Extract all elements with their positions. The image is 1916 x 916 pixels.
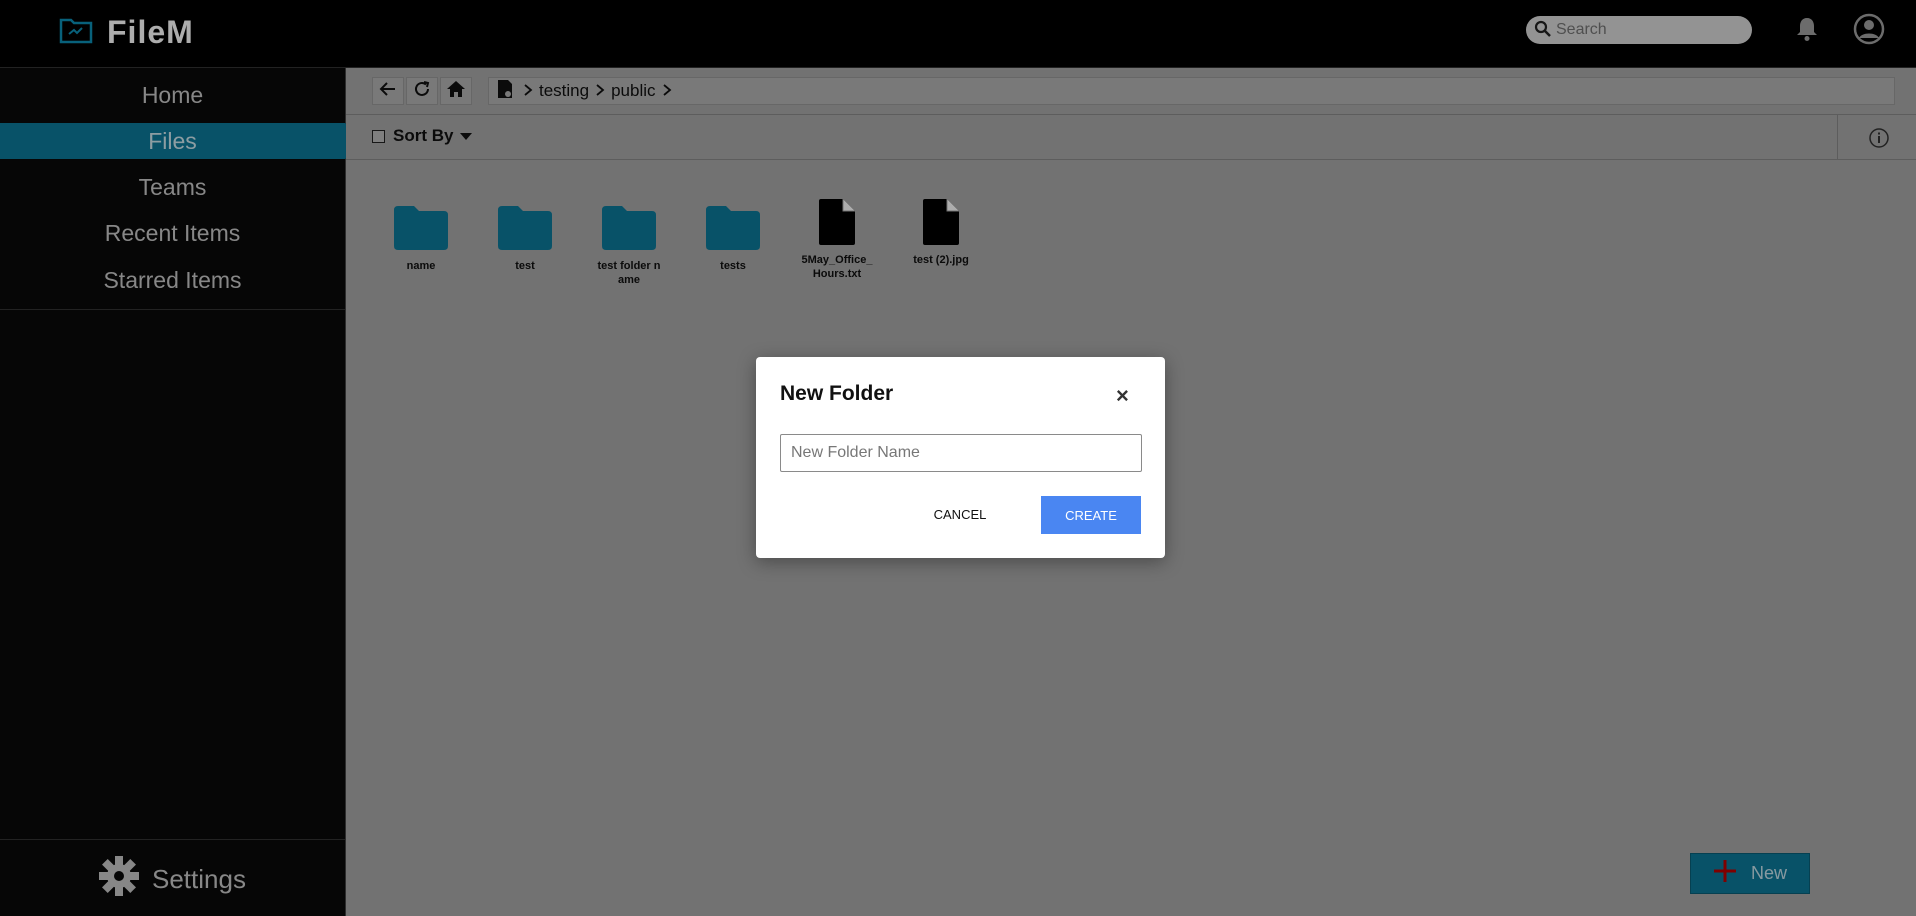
new-folder-dialog: New Folder × CANCEL CREATE	[756, 357, 1165, 558]
create-button[interactable]: CREATE	[1041, 496, 1141, 534]
dialog-title: New Folder	[780, 382, 894, 405]
cancel-button[interactable]: CANCEL	[920, 496, 1000, 532]
close-icon[interactable]: ×	[1116, 383, 1129, 409]
new-folder-name-input[interactable]	[780, 434, 1142, 472]
